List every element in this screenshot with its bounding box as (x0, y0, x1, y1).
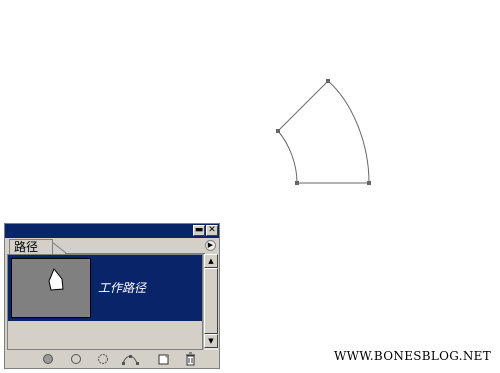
tab-label: 路径 (14, 240, 39, 254)
panel-menu-arrow-icon[interactable]: ▶ (205, 240, 216, 251)
scroll-up-icon[interactable]: ▲ (204, 254, 218, 268)
work-path-shape (276, 79, 371, 185)
panel-footer (5, 350, 219, 368)
make-work-path-icon[interactable] (121, 352, 143, 366)
panel-titlebar[interactable]: ▬ ✕ (5, 224, 219, 238)
anchor-point[interactable] (295, 181, 299, 185)
delete-path-icon[interactable] (183, 352, 197, 366)
paths-scrollbar[interactable]: ▲ ▼ (203, 254, 218, 350)
new-path-icon[interactable] (156, 352, 170, 366)
panel-tab-bar: 路径 ▶ (5, 238, 219, 254)
close-icon[interactable]: ✕ (206, 225, 218, 236)
watermark-text: WWW.BONESBLOG.NET (334, 349, 492, 363)
path-name: 工作路径 (98, 281, 147, 295)
paths-list: 工作路径 (7, 254, 203, 350)
anchor-point[interactable] (276, 129, 280, 133)
document-canvas[interactable] (0, 0, 500, 220)
fill-path-icon[interactable] (41, 352, 55, 366)
anchor-point[interactable] (367, 181, 371, 185)
list-item-work-path[interactable]: 工作路径 (8, 255, 202, 321)
anchor-point[interactable] (326, 79, 330, 83)
load-selection-icon[interactable] (96, 352, 110, 366)
tab-paths[interactable]: 路径 (9, 239, 53, 254)
minimize-icon[interactable]: ▬ (193, 225, 205, 236)
path-thumbnail (11, 258, 91, 318)
paths-panel: ▬ ✕ 路径 ▶ 工作路径 ▲ ▼ (4, 223, 220, 369)
scroll-thumb[interactable] (204, 268, 218, 334)
scroll-down-icon[interactable]: ▼ (204, 334, 218, 348)
path-thumbnail-shape (48, 268, 64, 291)
stroke-path-icon[interactable] (69, 352, 83, 366)
path-outline (277, 80, 370, 184)
